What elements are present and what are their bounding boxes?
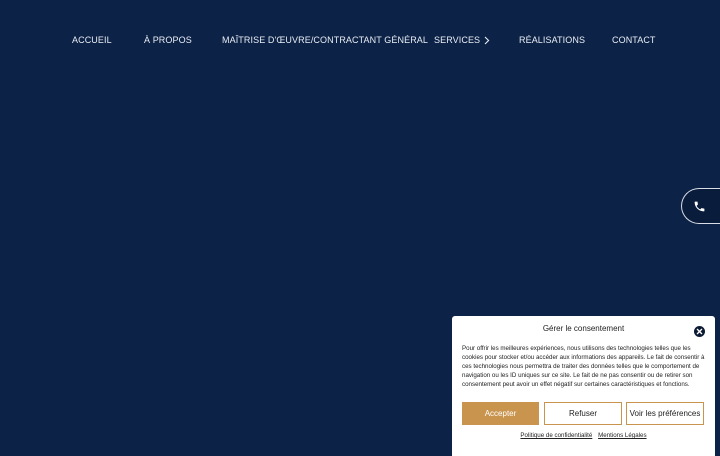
main-navigation: ACCUEIL À PROPOS MAÎTRISE D'ŒUVRE/CONTRA…	[0, 0, 720, 78]
nav-item-realisations[interactable]: RÉALISATIONS	[519, 33, 585, 47]
consent-links: Politique de confidentialité Mentions Lé…	[452, 431, 715, 440]
nav-item-services[interactable]: SERVICES	[434, 33, 490, 47]
consent-message: Pour offrir les meilleures expériences, …	[462, 345, 705, 388]
phone-icon	[693, 200, 706, 213]
close-icon[interactable]	[694, 324, 705, 337]
cookie-consent-banner: Gérer le consentement Pour offrir les me…	[452, 316, 715, 456]
nav-item-accueil[interactable]: ACCUEIL	[72, 33, 112, 47]
accept-button[interactable]: Accepter	[462, 402, 539, 425]
view-preferences-button[interactable]: Voir les préférences	[626, 402, 704, 425]
legal-notice-link[interactable]: Mentions Légales	[598, 432, 647, 439]
refuse-button[interactable]: Refuser	[544, 402, 622, 425]
nav-item-contact[interactable]: CONTACT	[612, 33, 656, 47]
nav-item-services-label: SERVICES	[434, 35, 481, 45]
chevron-right-icon	[484, 36, 490, 45]
consent-title: Gérer le consentement	[542, 324, 625, 333]
phone-call-button[interactable]	[681, 188, 720, 224]
nav-item-maitrise-oeuvre[interactable]: MAÎTRISE D'ŒUVRE/CONTRACTANT GÉNÉRAL	[222, 33, 428, 47]
nav-item-a-propos[interactable]: À PROPOS	[144, 33, 192, 47]
privacy-policy-link[interactable]: Politique de confidentialité	[520, 432, 592, 439]
